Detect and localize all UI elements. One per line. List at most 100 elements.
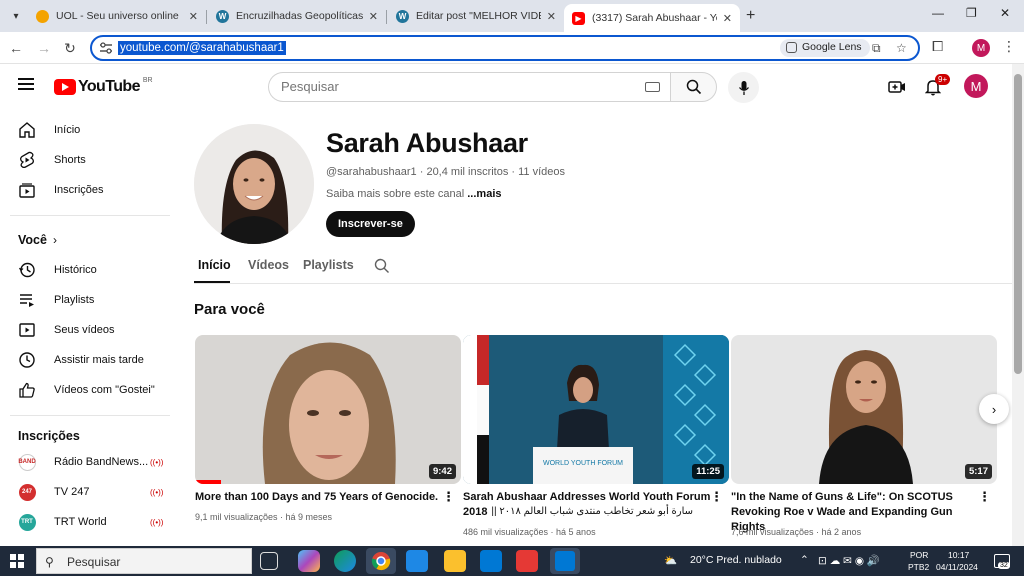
sidebar-item-your-videos[interactable]: Seus vídeos [10,315,170,345]
voice-search-button[interactable] [728,72,759,103]
close-icon[interactable]: ✕ [547,10,556,23]
browser-tab-youtube[interactable]: ▶ (3317) Sarah Abushaar - YouTub ✕ [564,4,740,32]
sidebar-subscription-trt-world[interactable]: TRT TRT World ((•)) [10,507,170,537]
sidebar-item-label: Playlists [54,294,95,306]
browser-profile-avatar[interactable]: M [972,39,990,57]
create-button[interactable] [886,76,908,98]
video-subtitle[interactable]: سارة أبو شعر تخاطب منتدى شباب العالم ٢٠١… [463,505,693,518]
sidebar-item-liked-videos[interactable]: Vídeos com "Gostei" [10,375,170,405]
video-card[interactable]: 9:42 More than 100 Days and 75 Years of … [195,335,461,545]
clock-time[interactable]: 10:17 [948,550,969,560]
app-icon[interactable] [516,550,538,572]
sidebar-item-subscriptions[interactable]: Inscrições [10,175,170,205]
video-thumbnail[interactable]: 5:17 [731,335,997,484]
clock-date[interactable]: 04/11/2024 [936,562,978,572]
tab-search-menu-button[interactable]: ▾ [6,6,26,26]
home-icon [19,122,35,138]
tab-home[interactable]: Início [198,258,231,272]
video-card[interactable]: 5:17 "In the Name of Guns & Life": On SC… [731,335,997,545]
restore-icon[interactable]: ❐ [966,6,977,20]
sidebar-item-home[interactable]: Início [10,115,170,145]
browser-tab-editar-post[interactable]: W Editar post "MELHOR VIDEO RE ✕ [388,4,564,28]
more-options-icon[interactable]: ⋮ [442,489,455,505]
outlook-icon[interactable] [480,550,502,572]
account-avatar[interactable]: M [964,74,988,98]
site-settings-icon[interactable] [99,42,113,54]
video-title[interactable]: More than 100 Days and 75 Years of Genoc… [195,490,445,505]
close-icon[interactable]: ✕ [189,10,198,23]
url-text[interactable]: youtube.com/@sarahabushaar1 [118,41,286,55]
address-bar[interactable]: youtube.com/@sarahabushaar1 Google Lens … [90,35,920,61]
sidebar-item-shorts[interactable]: Shorts [10,145,170,175]
google-lens-button[interactable]: Google Lens [780,39,870,57]
video-thumbnail[interactable]: 9:42 [195,335,461,484]
live-icon: ((•)) [150,487,164,497]
carousel-next-button[interactable]: › [979,394,1009,424]
thumbnail-image [731,335,997,484]
browser-tab-uol[interactable]: UOL - Seu universo online ✕ [28,4,206,28]
bookmark-star-icon[interactable]: ☆ [896,41,907,55]
search-button[interactable] [670,72,717,102]
video-card[interactable]: WORLD YOUTH FORUM 11:25 Sarah Abushaar A… [463,335,729,545]
search-input[interactable] [281,79,641,94]
more-options-icon[interactable]: ⋮ [710,489,723,505]
weather-widget[interactable]: 20°C Pred. nublado [690,554,782,566]
scrollbar-thumb[interactable] [1014,74,1022,374]
close-icon[interactable]: ✕ [369,10,378,23]
store-icon[interactable] [406,550,428,572]
minimize-icon[interactable]: — [932,6,944,20]
video-thumbnail[interactable]: WORLD YOUTH FORUM 11:25 [463,335,729,484]
forward-icon[interactable]: → [34,38,54,58]
tab-playlists[interactable]: Playlists [303,258,354,272]
outlook-taskbar-button[interactable] [550,548,580,574]
more-options-icon[interactable]: ⋮ [978,489,991,505]
youtube-logo[interactable]: YouTube BR [54,76,153,96]
country-code: BR [142,76,153,84]
sidebar-you-heading[interactable]: Você › [10,225,170,255]
notification-count: 32 [998,562,1010,569]
keyboard-layout-indicator[interactable]: PTB2 [908,562,929,572]
language-indicator[interactable]: POR [910,550,928,560]
windows-start-icon[interactable] [10,554,24,568]
task-view-icon[interactable] [260,552,278,570]
sidebar-subscription-tv247[interactable]: 247 TV 247 ((•)) [10,477,170,507]
edge-icon[interactable] [334,550,356,572]
sidebar-item-watch-later[interactable]: Assistir mais tarde [10,345,170,375]
wordpress-icon: W [396,9,409,23]
window-close-icon[interactable]: ✕ [1000,6,1010,20]
channel-search-icon[interactable] [374,258,390,274]
close-icon[interactable]: ✕ [723,12,732,25]
channel-about-link[interactable]: Saiba mais sobre este canal ...mais [326,188,502,200]
back-icon[interactable]: ← [6,38,26,58]
page-scrollbar[interactable] [1012,64,1024,546]
copilot-icon[interactable] [298,550,320,572]
channel-avatar: TRT [18,513,36,531]
new-tab-button[interactable]: + [746,7,755,25]
sidebar-divider [10,415,170,416]
channel-meta: @sarahabushaar1 · 20,4 mil inscritos · 1… [326,166,566,178]
channel-avatar-large[interactable] [194,124,314,244]
tab-videos[interactable]: Vídeos [248,258,289,272]
reload-icon[interactable]: ↻ [60,38,80,58]
chrome-icon [371,552,391,571]
chrome-taskbar-button[interactable] [366,548,396,574]
keyboard-icon[interactable] [645,82,660,92]
browser-tab-encruzilhadas[interactable]: W Encruzilhadas Geopolíticas - Pá ✕ [208,4,386,28]
sidebar-item-label: Seus vídeos [54,324,115,336]
taskbar-search[interactable]: ⚲ Pesquisar [36,548,252,574]
subscribe-button[interactable]: Inscrever-se [326,211,415,237]
sidebar-item-playlists[interactable]: Playlists [10,285,170,315]
sidebar-subscription-bandnews[interactable]: BAND Rádio BandNews... ((•)) [10,447,170,477]
tab-title: Encruzilhadas Geopolíticas - Pá [236,10,363,22]
thumbs-up-icon [19,382,35,398]
file-explorer-icon[interactable] [444,550,466,572]
tray-icons[interactable]: ⊡ ☁ ✉ ◉ 🔊 [818,554,880,567]
weather-icon[interactable]: ⛅ [664,554,677,567]
install-app-icon[interactable]: ⧉ [872,41,881,56]
sidebar-item-history[interactable]: Histórico [10,255,170,285]
tray-chevron-icon[interactable]: ⌃ [800,554,809,566]
extensions-icon[interactable]: ⧠ [932,38,943,55]
channel-about-more[interactable]: ...mais [467,188,501,200]
menu-icon[interactable] [18,78,34,90]
browser-menu-icon[interactable]: ⋮ [1002,38,1016,55]
